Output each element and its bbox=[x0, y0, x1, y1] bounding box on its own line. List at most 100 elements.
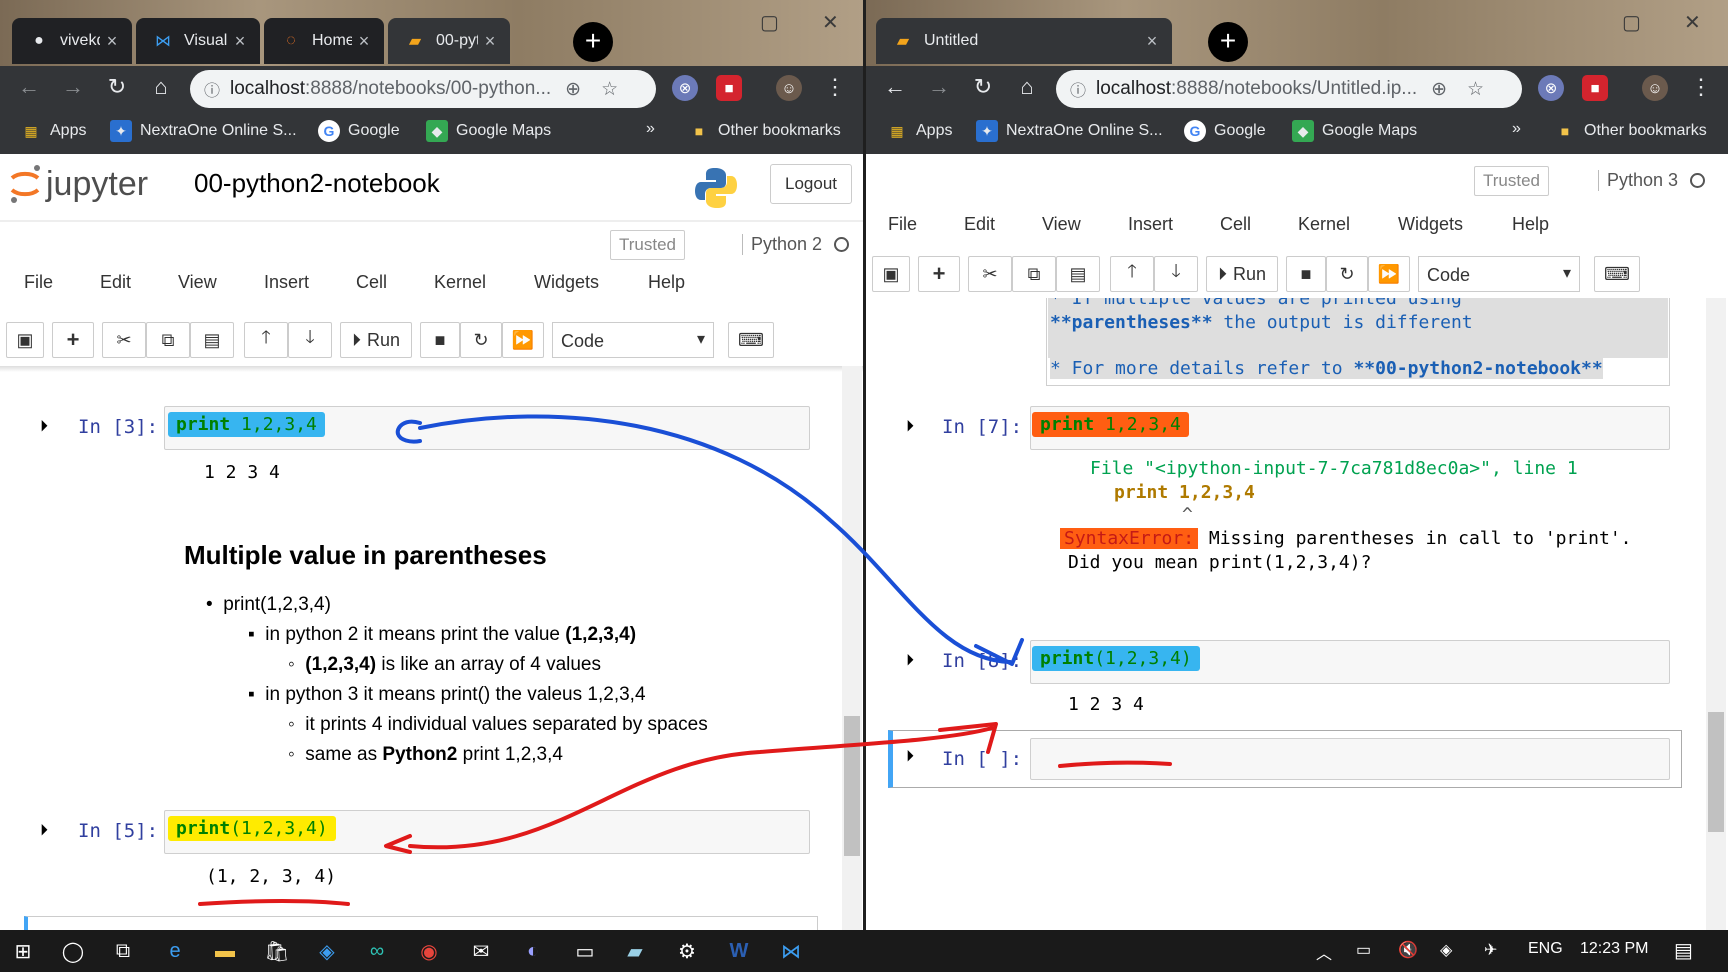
next-cell-partial[interactable] bbox=[24, 916, 818, 930]
infinity-app-icon[interactable]: ∞ bbox=[362, 936, 392, 966]
close-window-icon[interactable]: ✕ bbox=[1684, 10, 1701, 35]
profile-avatar[interactable]: ☺ bbox=[776, 75, 802, 101]
copy-icon[interactable]: ⧉ bbox=[1012, 256, 1056, 292]
paste-icon[interactable]: ▤ bbox=[1056, 256, 1100, 292]
bookmark-apps[interactable]: ▦ Apps bbox=[20, 120, 86, 142]
keyboard-icon[interactable]: ⌨ bbox=[1594, 256, 1640, 292]
menu-view[interactable]: View bbox=[178, 272, 217, 293]
forward-icon[interactable]: → bbox=[924, 74, 954, 100]
new-tab-button[interactable]: + bbox=[573, 22, 613, 62]
tab-github[interactable]: ● vivekd… × bbox=[12, 18, 132, 64]
zoom-icon[interactable]: ⊕ bbox=[565, 78, 581, 101]
menu-file[interactable]: File bbox=[888, 214, 917, 235]
bookmark-nextra[interactable]: ✦ NextraOne Online S... bbox=[110, 120, 297, 142]
notebook-title[interactable]: 00-python2-notebook bbox=[194, 168, 440, 199]
terminal-icon[interactable]: ▭ bbox=[570, 936, 600, 966]
interrupt-icon[interactable]: ■ bbox=[1286, 256, 1326, 292]
address-bar[interactable]: ⓘ localhost:8888/notebooks/00-python... … bbox=[190, 70, 656, 108]
reload-icon[interactable]: ↻ bbox=[102, 74, 132, 100]
cell-type-select[interactable]: Code bbox=[552, 322, 714, 358]
menu-help[interactable]: Help bbox=[1512, 214, 1549, 235]
store-icon[interactable]: 🛍 bbox=[262, 936, 292, 966]
clock[interactable]: 12:23 PM bbox=[1580, 940, 1648, 958]
star-icon[interactable]: ☆ bbox=[1467, 78, 1484, 101]
battery-icon[interactable]: ▭ bbox=[1356, 940, 1371, 960]
new-tab-button[interactable]: + bbox=[1208, 22, 1248, 62]
back-icon[interactable]: ← bbox=[14, 74, 44, 100]
scrollbar[interactable] bbox=[842, 366, 862, 930]
edge-icon[interactable]: e bbox=[160, 936, 190, 966]
bookmark-google-maps[interactable]: ◆ Google Maps bbox=[426, 120, 551, 142]
run-cell-icon[interactable]: ⏵ bbox=[906, 418, 914, 436]
bookmark-google[interactable]: G Google bbox=[1184, 120, 1266, 142]
run-cell-icon[interactable]: ⏵ bbox=[906, 748, 914, 766]
bookmark-nextra[interactable]: ✦ NextraOne Online S... bbox=[976, 120, 1163, 142]
insert-cell-icon[interactable]: + bbox=[52, 322, 94, 358]
extension-icon[interactable]: ⊗ bbox=[1538, 75, 1564, 101]
address-bar[interactable]: ⓘ localhost:8888/notebooks/Untitled.ip..… bbox=[1056, 70, 1522, 108]
file-explorer-icon[interactable]: ▬ bbox=[210, 936, 240, 966]
reload-icon[interactable]: ↻ bbox=[968, 74, 998, 100]
settings-gear-icon[interactable]: ⚙ bbox=[672, 936, 702, 966]
maximize-icon[interactable]: ▢ bbox=[1622, 10, 1641, 35]
run-button[interactable]: ⏵ Run bbox=[1206, 256, 1278, 292]
bookmark-other[interactable]: ■ Other bookmarks bbox=[1554, 120, 1707, 142]
home-icon[interactable]: ⌂ bbox=[1012, 74, 1042, 100]
insert-cell-icon[interactable]: + bbox=[918, 256, 960, 292]
restart-run-all-icon[interactable]: ⏩ bbox=[502, 322, 544, 358]
cut-icon[interactable]: ✂ bbox=[968, 256, 1012, 292]
menu-widgets[interactable]: Widgets bbox=[1398, 214, 1463, 235]
run-cell-icon[interactable]: ⏵ bbox=[40, 418, 48, 436]
trusted-indicator[interactable]: Trusted bbox=[1474, 166, 1550, 196]
run-cell-icon[interactable]: ⏵ bbox=[40, 822, 48, 840]
menu-kernel[interactable]: Kernel bbox=[434, 272, 486, 293]
tab-notebook-active[interactable]: ▰ 00-pyt… × bbox=[388, 18, 510, 64]
logout-button[interactable]: Logout bbox=[770, 164, 852, 204]
move-up-icon[interactable]: 🡑 bbox=[1110, 256, 1154, 292]
back-icon[interactable]: ← bbox=[880, 74, 910, 100]
menu-insert[interactable]: Insert bbox=[1128, 214, 1173, 235]
interrupt-icon[interactable]: ■ bbox=[420, 322, 460, 358]
forward-icon[interactable]: → bbox=[58, 74, 88, 100]
save-icon[interactable]: ▣ bbox=[6, 322, 44, 358]
run-cell-icon[interactable]: ⏵ bbox=[906, 652, 914, 670]
paste-icon[interactable]: ▤ bbox=[190, 322, 234, 358]
menu-dots-icon[interactable]: ⋮ bbox=[1686, 74, 1716, 100]
dropbox-tray-icon[interactable]: ◈ bbox=[1440, 940, 1452, 960]
vscode-taskbar-icon[interactable]: ⋈ bbox=[776, 936, 806, 966]
extension-red-icon[interactable]: ■ bbox=[1582, 75, 1608, 101]
move-down-icon[interactable]: 🡓 bbox=[1154, 256, 1198, 292]
menu-cell[interactable]: Cell bbox=[356, 272, 387, 293]
zoom-icon[interactable]: ⊕ bbox=[1431, 78, 1447, 101]
empty-code-input[interactable] bbox=[1030, 738, 1670, 780]
restart-icon[interactable]: ↻ bbox=[460, 322, 502, 358]
close-icon[interactable]: × bbox=[100, 31, 124, 52]
jupyter-logo[interactable]: jupyter bbox=[8, 162, 148, 206]
menu-view[interactable]: View bbox=[1042, 214, 1081, 235]
tray-chevron-icon[interactable]: ︿ bbox=[1316, 940, 1332, 964]
restart-icon[interactable]: ↻ bbox=[1326, 256, 1368, 292]
network-icon[interactable]: ✈ bbox=[1484, 940, 1497, 960]
action-center-icon[interactable]: ▤ bbox=[1674, 938, 1693, 963]
dropbox-icon[interactable]: ◈ bbox=[312, 936, 342, 966]
windows-start-icon[interactable]: ⊞ bbox=[8, 936, 38, 966]
close-icon[interactable]: × bbox=[228, 31, 252, 52]
bookmark-google-maps[interactable]: ◆ Google Maps bbox=[1292, 120, 1417, 142]
scrollbar-thumb[interactable] bbox=[844, 716, 860, 856]
trusted-indicator[interactable]: Trusted bbox=[610, 230, 686, 260]
move-down-icon[interactable]: 🡓 bbox=[288, 322, 332, 358]
mail-icon[interactable]: ✉ bbox=[466, 936, 496, 966]
restart-run-all-icon[interactable]: ⏩ bbox=[1368, 256, 1410, 292]
bookmark-apps[interactable]: ▦ Apps bbox=[886, 120, 952, 142]
menu-edit[interactable]: Edit bbox=[100, 272, 131, 293]
extension-red-icon[interactable]: ■ bbox=[716, 75, 742, 101]
profile-avatar[interactable]: ☺ bbox=[1642, 75, 1668, 101]
close-icon[interactable]: × bbox=[478, 31, 502, 52]
bookmark-google[interactable]: G Google bbox=[318, 120, 400, 142]
tab-visual-studio[interactable]: ⋈ Visual S × bbox=[136, 18, 260, 64]
close-icon[interactable]: × bbox=[352, 31, 376, 52]
cortana-icon[interactable]: ◯ bbox=[58, 936, 88, 966]
cell-type-select[interactable]: Code bbox=[1418, 256, 1580, 292]
scrollbar-thumb[interactable] bbox=[1708, 712, 1724, 832]
chrome-icon[interactable]: ◉ bbox=[414, 936, 444, 966]
